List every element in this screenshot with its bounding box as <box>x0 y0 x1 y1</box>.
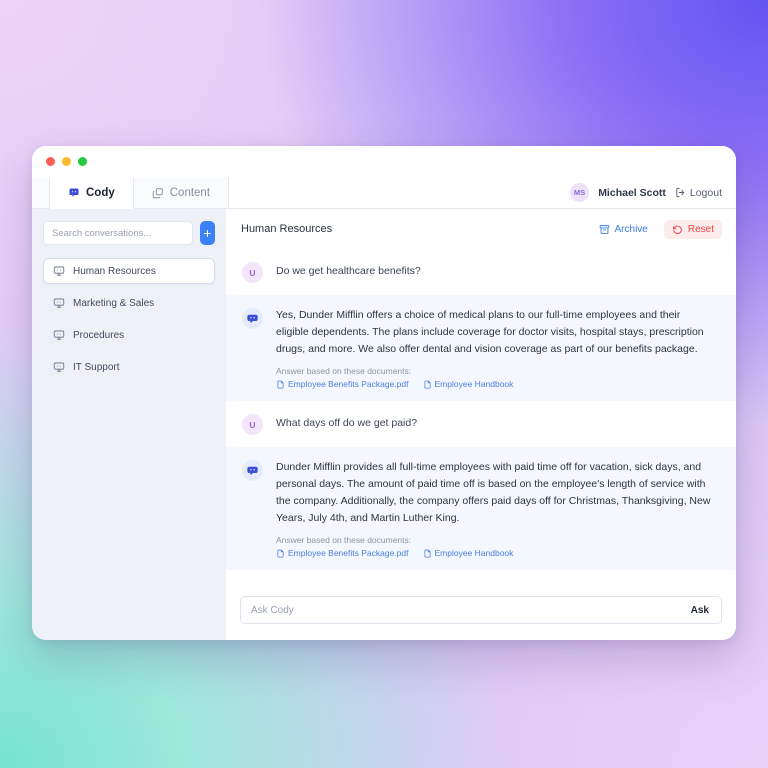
sidebar-item-label: Marketing & Sales <box>73 297 155 309</box>
message-text: Dunder Mifflin provides all full-time em… <box>276 461 711 524</box>
logout-icon <box>675 187 686 198</box>
ask-input[interactable] <box>251 604 689 616</box>
avatar: U <box>242 262 263 283</box>
chat-bubble-icon <box>68 187 80 199</box>
source-document-label: Employee Handbook <box>434 548 514 558</box>
sources-label: Answer based on these documents: <box>276 366 412 376</box>
tab-cody[interactable]: Cody <box>50 177 134 209</box>
tab-bar: Cody Content MS Michael Scott Logout <box>32 177 736 209</box>
sidebar-search-row: + <box>43 221 215 245</box>
reset-undo-icon <box>672 224 683 235</box>
new-conversation-button[interactable]: + <box>200 221 215 245</box>
sidebar-item-human-resources[interactable]: Human Resources <box>43 258 215 284</box>
composer: Ask <box>240 596 722 624</box>
search-input[interactable] <box>43 221 193 245</box>
source-document-link[interactable]: Employee Benefits Package.pdf <box>276 379 409 389</box>
message-body: What days off do we get paid? <box>276 413 714 435</box>
document-icon <box>423 549 432 558</box>
avatar: MS <box>570 183 590 202</box>
sidebar: + Human Resources <box>32 209 226 640</box>
message-text: Do we get healthcare benefits? <box>276 265 421 277</box>
sidebar-item-label: IT Support <box>73 361 120 373</box>
sidebar-item-procedures[interactable]: Procedures <box>43 322 215 348</box>
conversation-icon <box>53 361 65 373</box>
close-window-button[interactable] <box>46 157 55 166</box>
page-title: Human Resources <box>241 223 333 235</box>
conversation-icon <box>53 297 65 309</box>
sources-list: Employee Benefits Package.pdf Employee H… <box>276 379 714 389</box>
reset-button[interactable]: Reset <box>663 219 722 239</box>
sidebar-item-marketing-sales[interactable]: Marketing & Sales <box>43 290 215 316</box>
message-row-bot: Yes, Dunder Mifflin offers a choice of m… <box>226 295 736 401</box>
message-row-user: U Do we get healthcare benefits? <box>226 249 736 295</box>
tab-content-label: Content <box>169 186 211 199</box>
message-body: Dunder Mifflin provides all full-time em… <box>276 459 714 558</box>
sidebar-item-label: Procedures <box>73 329 125 341</box>
source-document-label: Employee Benefits Package.pdf <box>288 548 409 558</box>
composer-area: Ask <box>226 584 736 640</box>
source-document-label: Employee Handbook <box>434 379 514 389</box>
app-window: Cody Content MS Michael Scott Logout Sea… <box>32 146 736 640</box>
cody-bot-icon <box>242 308 263 329</box>
archive-label: Archive <box>614 223 648 235</box>
ask-button[interactable]: Ask <box>689 605 711 616</box>
logout-button[interactable]: Logout <box>675 187 722 199</box>
document-icon <box>276 380 285 389</box>
document-icon <box>276 549 285 558</box>
archive-box-icon <box>599 224 610 235</box>
maximize-window-button[interactable] <box>78 157 87 166</box>
sources-label: Answer based on these documents: <box>276 535 412 545</box>
cody-bot-icon <box>242 460 263 481</box>
conversation-icon <box>53 265 65 277</box>
tab-content[interactable]: Content <box>133 177 230 208</box>
tab-bar-leading-spacer <box>32 177 50 208</box>
minimize-window-button[interactable] <box>62 157 71 166</box>
tab-cody-label: Cody <box>86 186 115 199</box>
source-document-link[interactable]: Employee Handbook <box>423 379 514 389</box>
message-body: Yes, Dunder Mifflin offers a choice of m… <box>276 307 714 389</box>
window-body: + Human Resources <box>32 209 736 640</box>
document-icon <box>423 380 432 389</box>
source-document-link[interactable]: Employee Handbook <box>423 548 514 558</box>
conversation-actions: Archive Reset <box>591 219 722 239</box>
sources-list: Employee Benefits Package.pdf Employee H… <box>276 548 714 558</box>
gradient-backdrop: Cody Content MS Michael Scott Logout Sea… <box>0 0 768 768</box>
sidebar-item-it-support[interactable]: IT Support <box>43 354 215 380</box>
logout-label: Logout <box>689 186 722 199</box>
message-body: Do we get healthcare benefits? <box>276 261 714 283</box>
message-row-user: U What days off do we get paid? <box>226 401 736 447</box>
source-document-label: Employee Benefits Package.pdf <box>288 379 409 389</box>
message-list: U Do we get healthcare benefits? Yes, Du… <box>226 249 736 584</box>
archive-button[interactable]: Archive <box>591 220 656 239</box>
source-document-link[interactable]: Employee Benefits Package.pdf <box>276 548 409 558</box>
conversation-header: Human Resources Archive Reset <box>226 209 736 249</box>
account-name: Michael Scott <box>598 186 666 199</box>
account-area: MS Michael Scott Logout <box>570 177 736 208</box>
sidebar-item-label: Human Resources <box>73 265 156 277</box>
message-text: Yes, Dunder Mifflin offers a choice of m… <box>276 309 704 355</box>
copy-layers-icon <box>152 187 164 199</box>
window-titlebar <box>32 146 736 177</box>
main-panel: Human Resources Archive Reset U Do we ge… <box>226 209 736 640</box>
reset-label: Reset <box>687 223 714 235</box>
avatar: U <box>242 414 263 435</box>
conversation-icon <box>53 329 65 341</box>
message-row-bot: Dunder Mifflin provides all full-time em… <box>226 447 736 570</box>
message-text: What days off do we get paid? <box>276 417 418 429</box>
